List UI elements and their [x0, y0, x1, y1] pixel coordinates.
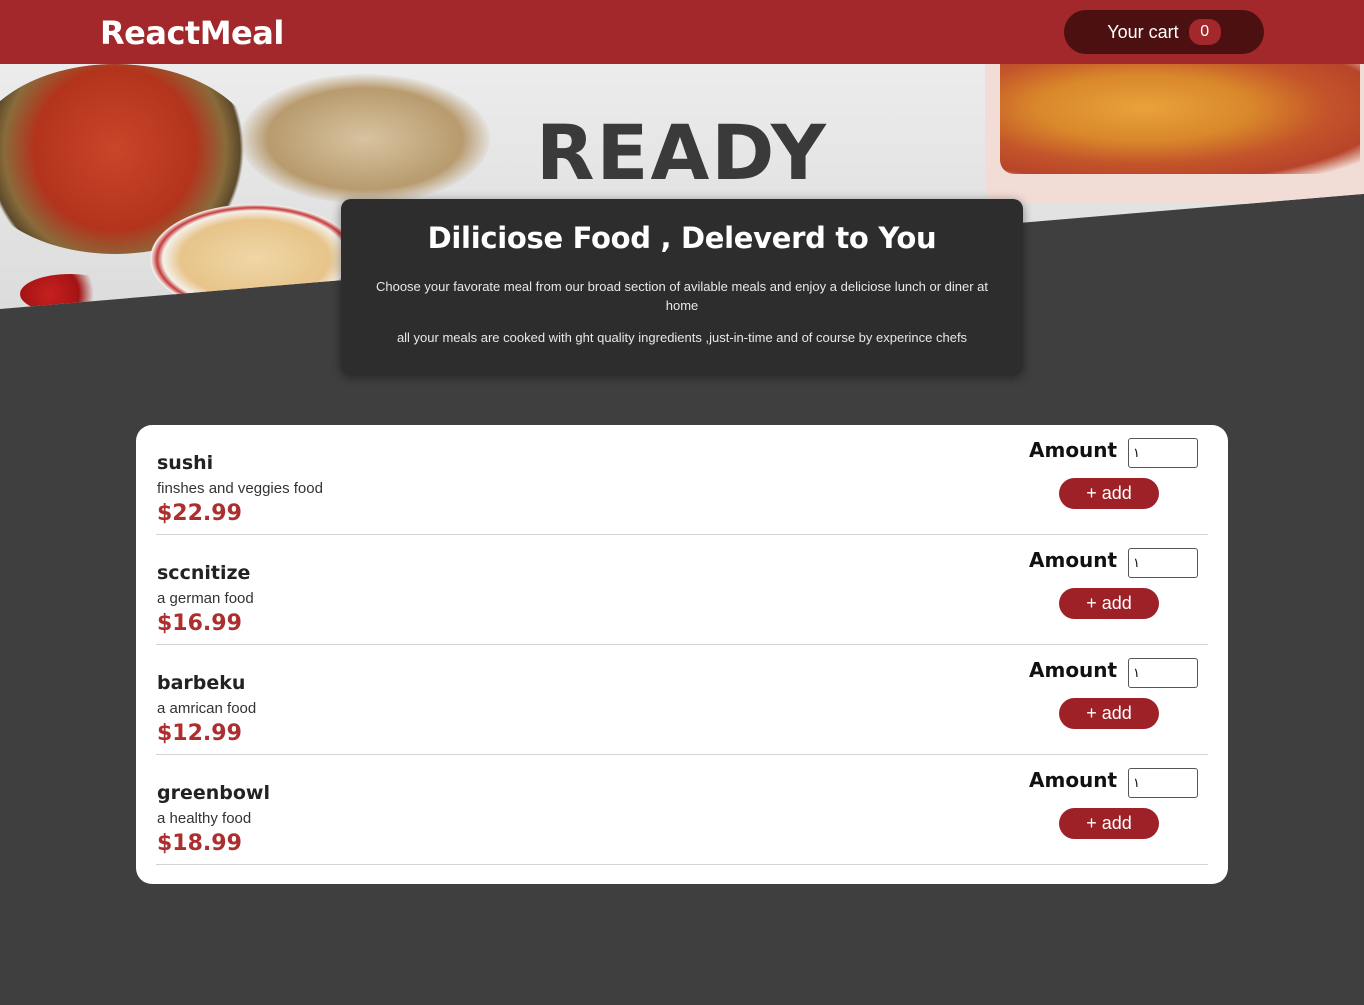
meal-price: $16.99 — [157, 611, 242, 636]
summary-paragraph-2: all your meals are cooked with ght quali… — [396, 330, 968, 345]
meal-item-sccnitize: sccnitize a german food $16.99 Amount + … — [156, 535, 1208, 645]
cart-label: Your cart — [1107, 21, 1179, 42]
amount-input[interactable] — [1128, 768, 1198, 798]
app-logo: ReactMeal — [100, 14, 284, 52]
meal-name: sccnitize — [157, 562, 251, 584]
amount-input[interactable] — [1128, 438, 1198, 468]
hero-image-text: READY — [536, 108, 828, 197]
meal-price: $22.99 — [157, 501, 242, 526]
meal-description: a german food — [157, 590, 254, 607]
meal-name: sushi — [157, 452, 214, 474]
amount-input[interactable] — [1128, 548, 1198, 578]
meals-summary: Diliciose Food , Deleverd to You Choose … — [341, 199, 1023, 375]
tomatoes-image — [20, 274, 120, 309]
add-to-cart-button[interactable]: + add — [1059, 808, 1159, 839]
meal-name: greenbowl — [157, 782, 270, 804]
amount-label: Amount — [1029, 548, 1118, 572]
meal-price: $12.99 — [157, 721, 242, 746]
add-to-cart-button[interactable]: + add — [1059, 698, 1159, 729]
meal-name: barbeku — [157, 672, 246, 694]
meal-description: a amrican food — [157, 700, 257, 717]
meal-item-barbeku: barbeku a amrican food $12.99 Amount + a… — [156, 645, 1208, 755]
cart-count-badge: 0 — [1188, 19, 1221, 45]
app-header: ReactMeal Your cart 0 — [0, 0, 1364, 64]
pasta-plate-image — [150, 204, 360, 309]
meal-price: $18.99 — [157, 831, 242, 856]
amount-label: Amount — [1029, 658, 1118, 682]
cart-button[interactable]: Your cart 0 — [1064, 10, 1264, 54]
summary-paragraph-1: Choose your favorate meal from our broad… — [375, 279, 989, 313]
baked-pasta-image — [1000, 64, 1360, 174]
amount-label: Amount — [1029, 438, 1118, 462]
naan-bread-image — [240, 74, 490, 204]
add-to-cart-button[interactable]: + add — [1059, 478, 1159, 509]
meal-description: a healthy food — [157, 810, 252, 827]
meal-item-sushi: sushi finshes and veggies food $22.99 Am… — [156, 425, 1208, 535]
add-to-cart-button[interactable]: + add — [1059, 588, 1159, 619]
meals-list: sushi finshes and veggies food $22.99 Am… — [136, 425, 1228, 884]
amount-label: Amount — [1029, 768, 1118, 792]
meal-description: finshes and veggies food — [157, 480, 323, 497]
amount-input[interactable] — [1128, 658, 1198, 688]
meal-item-greenbowl: greenbowl a healthy food $18.99 Amount +… — [156, 755, 1208, 865]
summary-title: Diliciose Food , Deleverd to You — [427, 221, 937, 255]
